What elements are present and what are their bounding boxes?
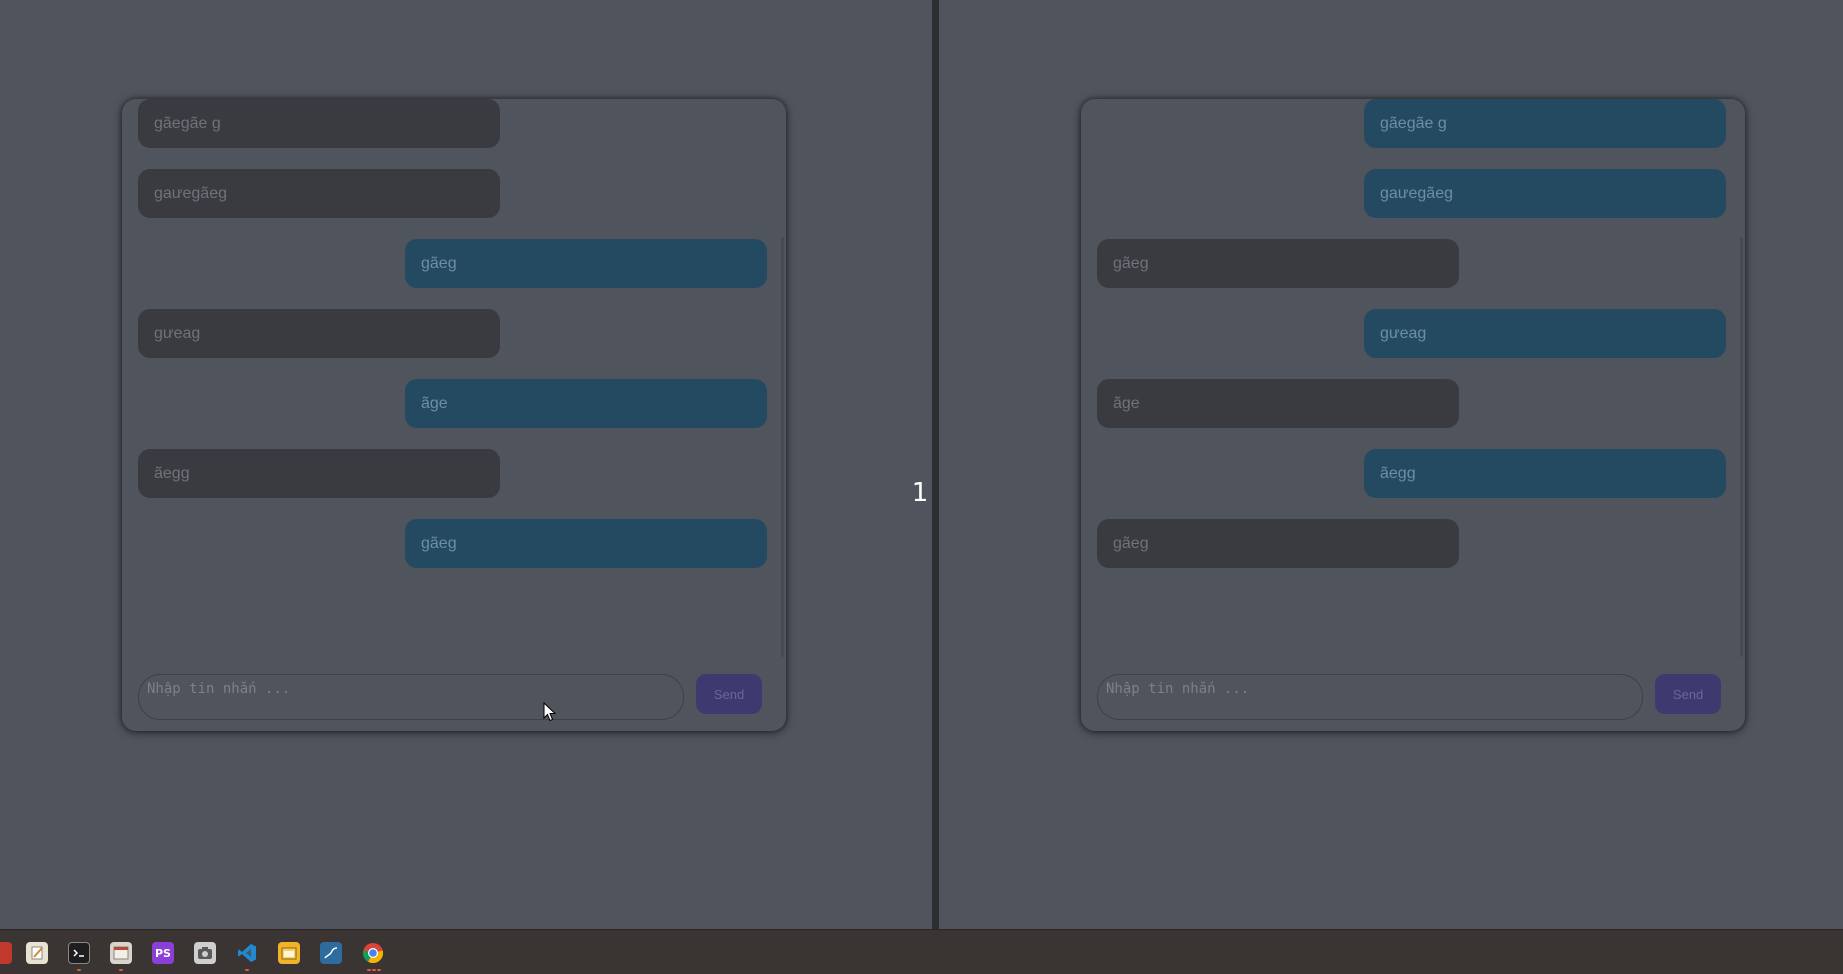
- scrollbar[interactable]: [1740, 237, 1743, 657]
- folder-icon[interactable]: [278, 942, 300, 964]
- message-bubble-sent: gưeag: [1364, 309, 1726, 358]
- message-bubble-received: ãegg: [138, 449, 500, 498]
- vscode-icon[interactable]: [236, 942, 258, 964]
- running-indicator: [245, 969, 249, 971]
- message-bubble-sent: gãeg: [405, 519, 767, 568]
- message-bubble-received: ãge: [1097, 379, 1459, 428]
- message-bubble-sent: gãegãe g: [1364, 99, 1726, 148]
- phpstorm-icon[interactable]: PS: [152, 942, 174, 964]
- message-input[interactable]: [138, 674, 684, 720]
- message-bubble-sent: gaưegãeg: [1364, 169, 1726, 218]
- message-list[interactable]: gãegãe g gaưegãeg gãeg gưeag ãge ãegg gã…: [122, 99, 786, 659]
- terminal-icon[interactable]: [68, 942, 90, 964]
- file-manager-icon[interactable]: [110, 942, 132, 964]
- mouse-cursor-icon: [543, 702, 557, 722]
- running-indicator: [377, 969, 381, 971]
- message-bubble-received: gãegãe g: [138, 99, 500, 148]
- message-bubble-received: gãeg: [1097, 519, 1459, 568]
- message-bubble-sent: ãegg: [1364, 449, 1726, 498]
- left-pane: gãegãe g gaưegãeg gãeg gưeag ãge ãegg gã…: [0, 0, 932, 929]
- pane-divider[interactable]: [932, 0, 939, 929]
- chrome-icon[interactable]: [362, 942, 384, 964]
- left-chat-box: gãegãe g gaưegãeg gãeg gưeag ãge ãegg gã…: [122, 99, 786, 731]
- database-icon[interactable]: [320, 942, 342, 964]
- running-indicator: [372, 969, 376, 971]
- taskbar: PS: [0, 929, 1843, 974]
- message-bubble-sent: gãeg: [405, 239, 767, 288]
- right-pane: gãegãe g gaưegãeg gãeg gưeag ãge ãegg gã…: [939, 0, 1843, 929]
- message-input[interactable]: [1097, 674, 1643, 720]
- scrollbar[interactable]: [781, 237, 784, 657]
- counter-label: 1: [911, 478, 929, 508]
- text-editor-icon[interactable]: [26, 942, 48, 964]
- message-bubble-sent: ãge: [405, 379, 767, 428]
- send-button[interactable]: Send: [696, 674, 762, 714]
- message-bubble-received: gaưegãeg: [138, 169, 500, 218]
- app-red-icon[interactable]: [0, 942, 12, 964]
- message-composer: Send: [1097, 674, 1729, 720]
- send-button[interactable]: Send: [1655, 674, 1721, 714]
- message-list[interactable]: gãegãe g gaưegãeg gãeg gưeag ãge ãegg gã…: [1081, 99, 1745, 659]
- running-indicator: [77, 969, 81, 971]
- message-composer: Send: [138, 674, 770, 720]
- running-indicator: [119, 969, 123, 971]
- message-bubble-received: gưeag: [138, 309, 500, 358]
- right-chat-box: gãegãe g gaưegãeg gãeg gưeag ãge ãegg gã…: [1081, 99, 1745, 731]
- camera-icon[interactable]: [194, 942, 216, 964]
- message-bubble-received: gãeg: [1097, 239, 1459, 288]
- running-indicator: [367, 969, 371, 971]
